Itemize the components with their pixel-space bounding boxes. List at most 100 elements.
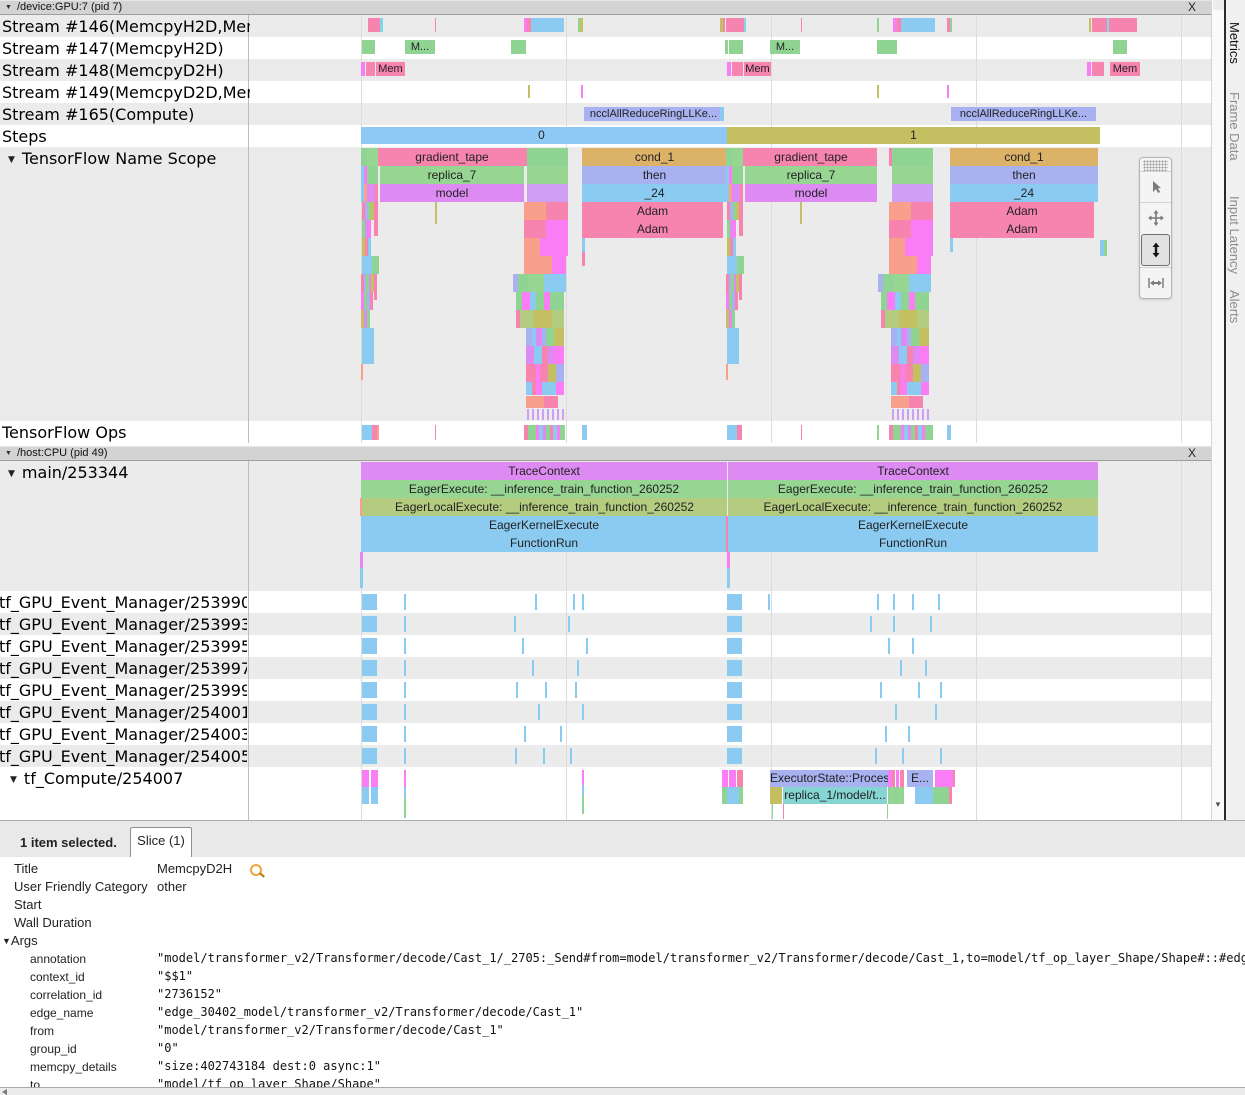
track-label[interactable]: tf_GPU_Event_Manager/253995 — [0, 636, 247, 657]
trace-event[interactable] — [532, 660, 534, 676]
trace-event[interactable] — [950, 238, 953, 252]
trace-event[interactable]: EagerLocalExecute: __inference_train_fun… — [362, 498, 727, 516]
trace-event[interactable] — [518, 274, 528, 292]
trace-event[interactable]: 1 — [727, 127, 1100, 144]
trace-event[interactable] — [921, 364, 929, 382]
trace-event[interactable]: cond_1 — [582, 148, 727, 166]
trace-event[interactable] — [933, 787, 949, 804]
trace-event[interactable] — [727, 256, 737, 274]
trace-event[interactable] — [371, 770, 378, 787]
trace-event[interactable] — [919, 328, 929, 346]
magnifier-icon[interactable] — [250, 864, 262, 876]
trace-event[interactable] — [577, 660, 579, 676]
trace-event[interactable] — [362, 704, 377, 720]
trace-event[interactable] — [573, 594, 575, 610]
trace-event[interactable] — [362, 682, 377, 698]
trace-event[interactable] — [917, 409, 919, 420]
trace-event[interactable] — [524, 220, 546, 238]
trace-event[interactable]: then — [950, 166, 1098, 184]
trace-event[interactable] — [949, 787, 952, 804]
trace-event[interactable] — [930, 616, 932, 632]
trace-event[interactable] — [1104, 240, 1107, 256]
trace-event[interactable] — [404, 660, 406, 676]
trace-event[interactable]: model — [745, 184, 877, 202]
trace-event[interactable] — [547, 409, 549, 420]
track-label[interactable]: Stream #165(Compute) — [0, 104, 250, 125]
trace-event[interactable] — [908, 726, 910, 742]
trace-event[interactable] — [556, 382, 564, 395]
trace-event[interactable] — [722, 770, 728, 787]
trace-event[interactable] — [404, 726, 406, 742]
trace-event[interactable] — [737, 770, 743, 787]
trace-event[interactable]: Adam — [582, 202, 723, 220]
trace-event[interactable] — [1089, 18, 1091, 32]
trace-event[interactable] — [527, 148, 568, 166]
collapse-arrow-icon[interactable]: ▼ — [5, 450, 12, 457]
horizontal-scrollbar[interactable] — [0, 1087, 1245, 1095]
trace-event[interactable] — [362, 425, 372, 440]
trace-event[interactable] — [375, 184, 378, 202]
trace-event[interactable]: gradient_tape — [380, 148, 524, 166]
track-label[interactable]: Stream #148(MemcpyD2H) — [0, 60, 250, 81]
trace-event[interactable] — [902, 409, 904, 420]
trace-event[interactable] — [801, 18, 802, 32]
trace-event[interactable] — [900, 660, 902, 676]
side-tab-alerts[interactable]: Alerts — [1227, 290, 1242, 323]
track-label[interactable]: tf_GPU_Event_Manager/253997 — [0, 658, 247, 679]
trace-event[interactable] — [534, 310, 552, 328]
trace-event[interactable] — [885, 310, 899, 328]
trace-event[interactable] — [552, 256, 566, 274]
trace-event[interactable] — [733, 238, 736, 256]
trace-event[interactable] — [726, 364, 728, 380]
trace-event[interactable] — [770, 787, 782, 804]
trace-event[interactable] — [366, 62, 375, 76]
trace-event[interactable] — [560, 726, 562, 742]
track-label[interactable]: ▼TensorFlow Name Scope — [0, 148, 256, 171]
trace-event[interactable] — [527, 184, 568, 202]
trace-event[interactable] — [582, 425, 587, 440]
trace-event[interactable] — [877, 18, 879, 32]
trace-event[interactable] — [516, 682, 518, 698]
trace-event[interactable] — [546, 220, 568, 238]
trace-event[interactable]: EagerKernelExecute — [361, 516, 727, 534]
trace-event[interactable] — [526, 364, 536, 382]
trace-event[interactable] — [526, 396, 544, 408]
trace-event[interactable] — [887, 804, 888, 819]
trace-event[interactable] — [562, 409, 564, 420]
trace-event[interactable] — [524, 726, 526, 742]
trace-event[interactable] — [768, 594, 770, 610]
trace-event[interactable] — [877, 594, 879, 610]
trace-event[interactable] — [720, 107, 724, 121]
scroll-left-icon[interactable] — [2, 1089, 7, 1095]
trace-event[interactable] — [404, 638, 406, 654]
trace-event[interactable] — [723, 18, 725, 32]
trace-event[interactable] — [361, 364, 363, 380]
trace-event[interactable] — [732, 62, 743, 76]
trace-event[interactable] — [367, 184, 375, 202]
trace-event[interactable] — [549, 18, 552, 32]
trace-event[interactable] — [893, 425, 901, 440]
trace-event[interactable] — [404, 682, 406, 698]
trace-event[interactable] — [520, 310, 534, 328]
pan-tool-button[interactable] — [1140, 202, 1171, 233]
trace-event[interactable]: M... — [405, 40, 435, 54]
trace-event[interactable] — [527, 409, 529, 420]
trace-event[interactable] — [900, 770, 904, 787]
trace-event[interactable] — [362, 770, 369, 787]
trace-event[interactable] — [907, 409, 909, 420]
trace-event[interactable] — [545, 682, 547, 698]
trace-event[interactable] — [889, 256, 917, 274]
trace-event[interactable] — [727, 594, 742, 610]
trace-event[interactable] — [935, 770, 953, 787]
trace-event[interactable] — [560, 425, 565, 440]
trace-event[interactable] — [889, 220, 911, 238]
trace-event[interactable] — [901, 787, 904, 804]
trace-event[interactable] — [739, 274, 742, 300]
trace-event[interactable] — [528, 85, 530, 98]
trace-event[interactable] — [367, 166, 378, 184]
track-label[interactable]: tf_GPU_Event_Manager/254003 — [0, 724, 247, 745]
trace-event[interactable] — [527, 166, 568, 184]
trace-event[interactable]: EagerKernelExecute — [728, 516, 1098, 534]
trace-event[interactable] — [1087, 62, 1091, 76]
trace-event[interactable] — [537, 409, 539, 420]
